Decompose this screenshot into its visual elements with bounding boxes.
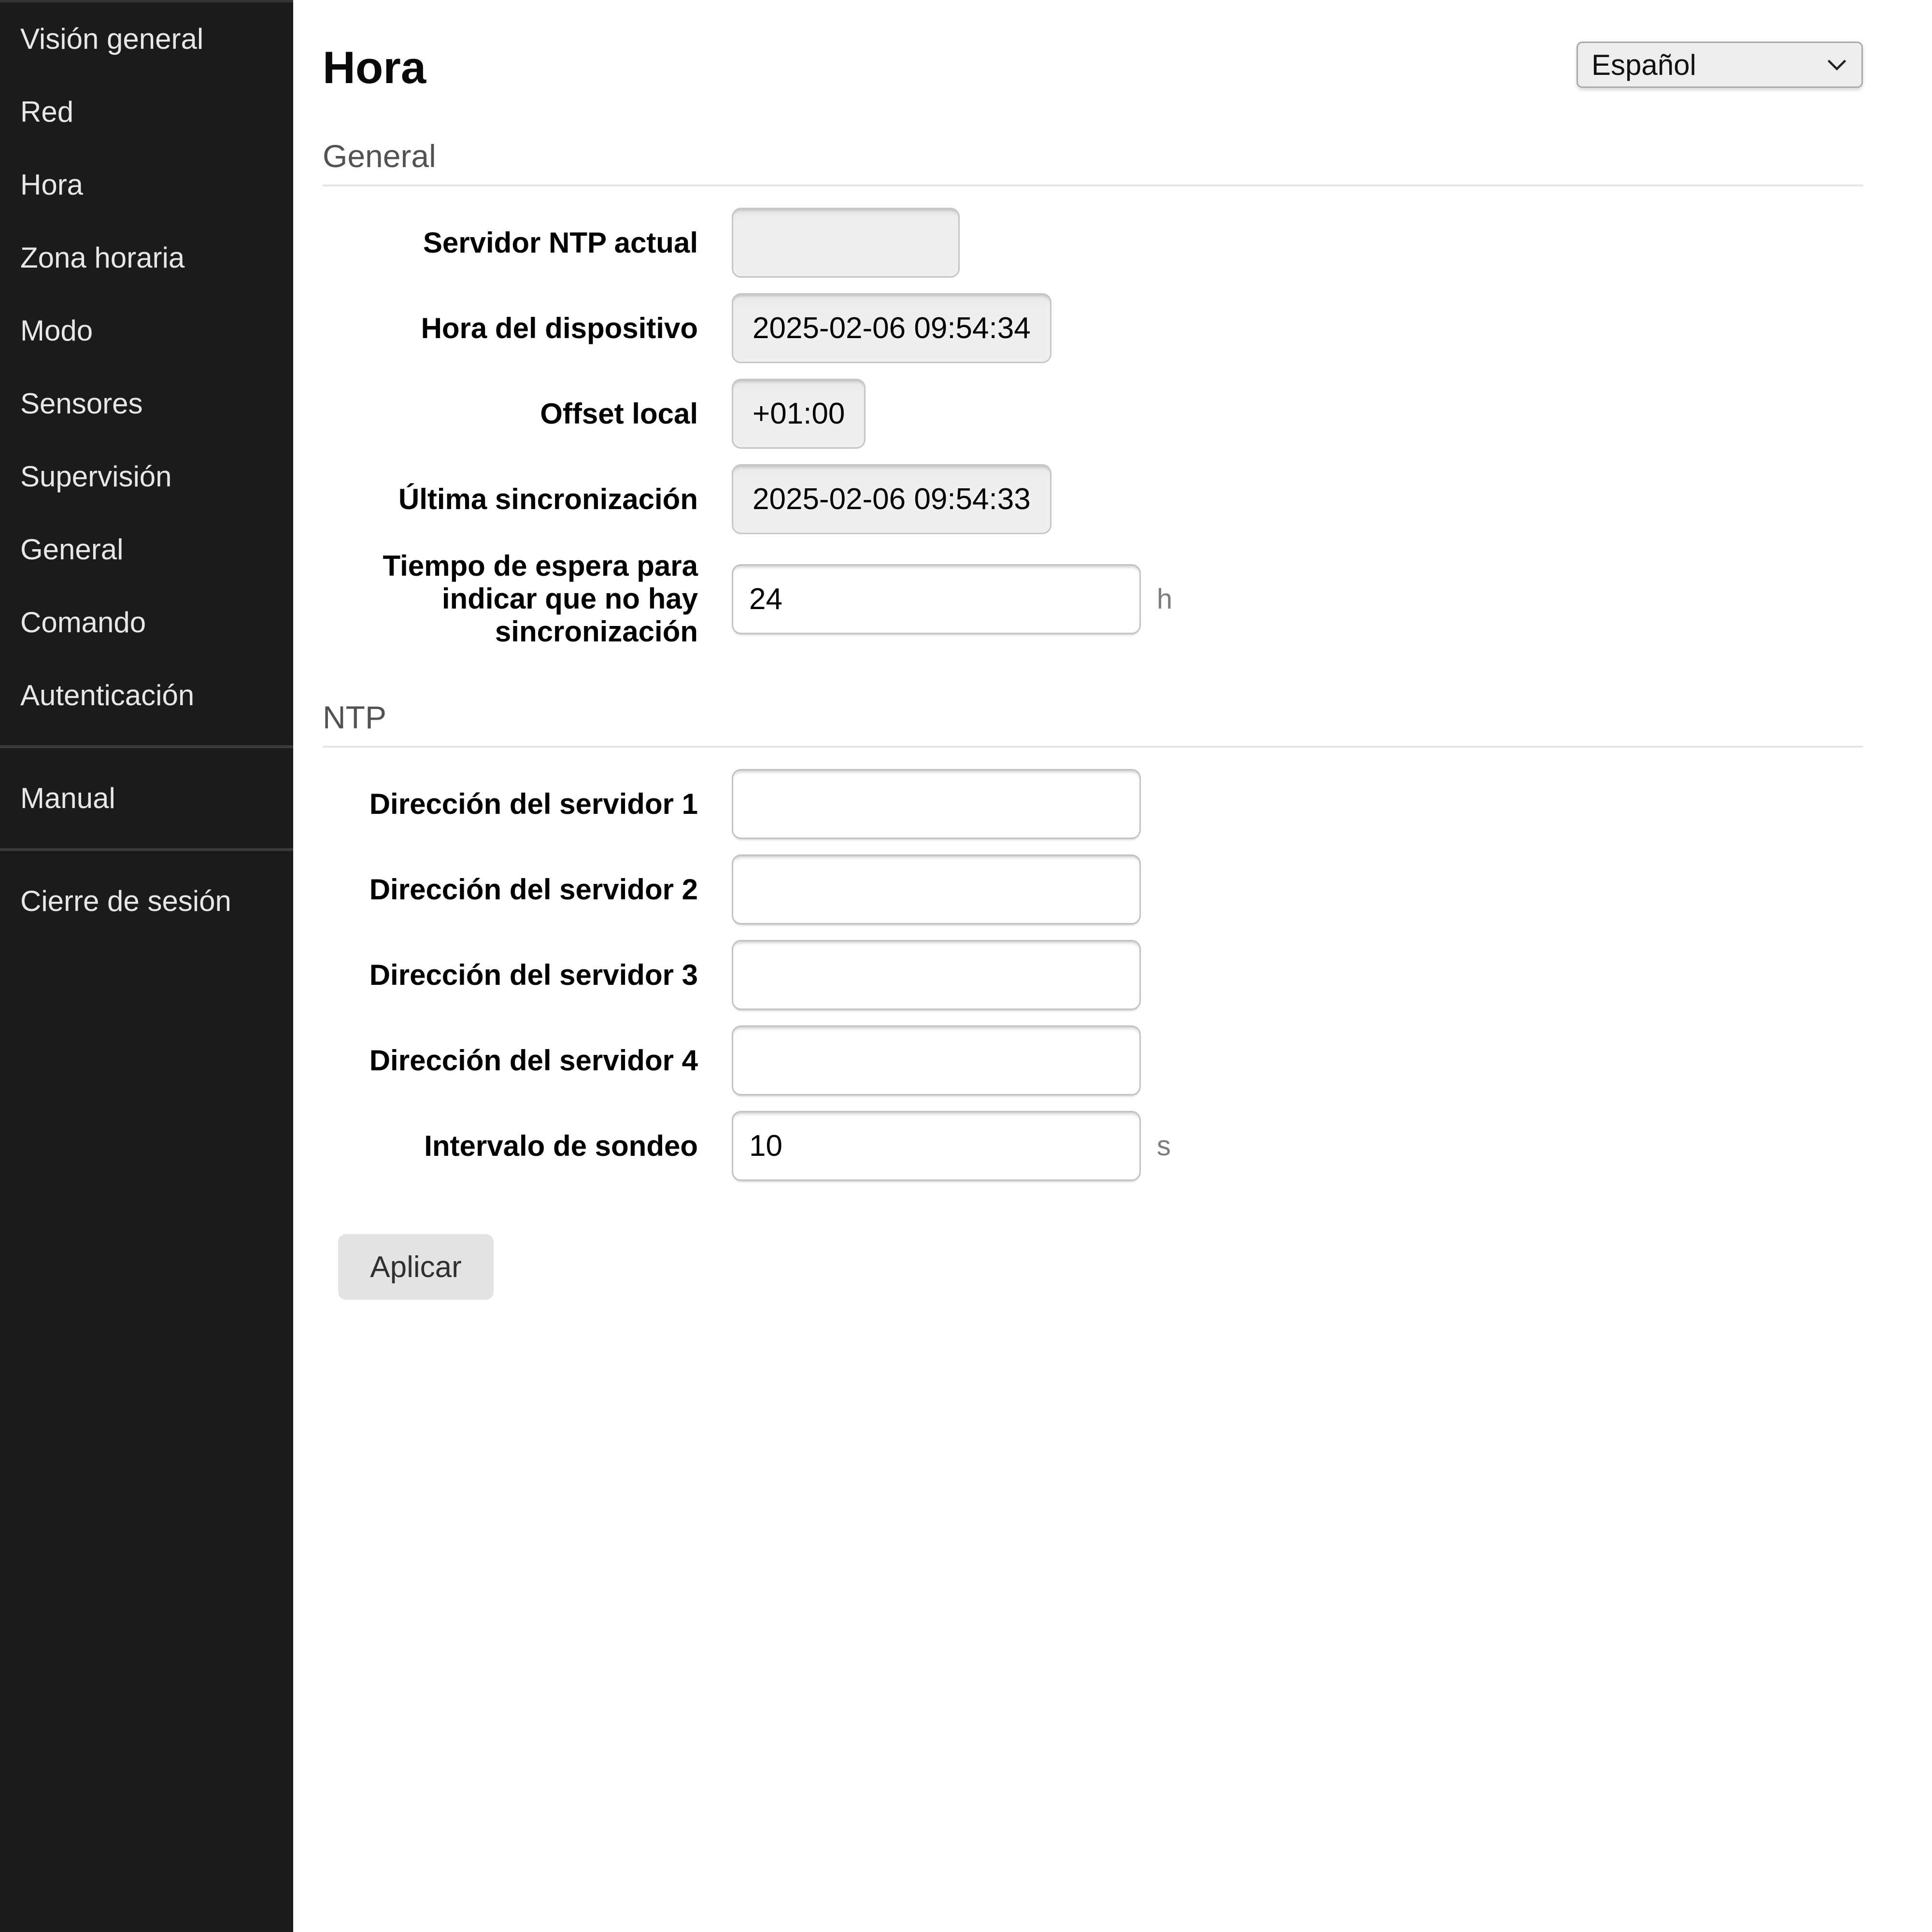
form-row-tiempo-de-espera-para-indicar-que-no-hay-sincronizacion: Tiempo de espera para indicar que no hay… bbox=[323, 550, 1863, 648]
section-title: General bbox=[323, 140, 1863, 172]
unit-suffix: h bbox=[1157, 583, 1172, 615]
sidebar-item-hora[interactable]: Hora bbox=[0, 148, 293, 221]
sidebar-item-manual[interactable]: Manual bbox=[0, 762, 293, 835]
readonly-field-servidor-ntp-actual bbox=[732, 208, 960, 278]
field bbox=[732, 208, 960, 278]
sidebar-item-comando[interactable]: Comando bbox=[0, 586, 293, 659]
field-label: Dirección del servidor 3 bbox=[323, 959, 698, 992]
form-row-offset-local: Offset local +01:00 bbox=[323, 379, 1863, 449]
page: Visión generalRedHoraZona horariaModoSen… bbox=[0, 0, 1932, 1932]
field: h bbox=[732, 564, 1172, 634]
field-label: Dirección del servidor 1 bbox=[323, 788, 698, 821]
readonly-field-offset-local: +01:00 bbox=[732, 379, 866, 449]
sidebar-item-red[interactable]: Red bbox=[0, 75, 293, 148]
field-label: Intervalo de sondeo bbox=[323, 1130, 698, 1163]
section-rule bbox=[323, 746, 1863, 748]
sidebar-divider bbox=[0, 745, 293, 748]
sidebar-divider bbox=[0, 848, 293, 851]
sidebar-item-sensores[interactable]: Sensores bbox=[0, 367, 293, 440]
text-input-direccion-del-servidor-2[interactable] bbox=[732, 854, 1141, 924]
form-row-servidor-ntp-actual: Servidor NTP actual bbox=[323, 208, 1863, 278]
sidebar-nav-footer: Cierre de sesión bbox=[0, 865, 293, 938]
section-rule bbox=[323, 185, 1863, 186]
field-label: Dirección del servidor 2 bbox=[323, 873, 698, 906]
sidebar-item-zona-horaria[interactable]: Zona horaria bbox=[0, 221, 293, 294]
form-row-hora-del-dispositivo: Hora del dispositivo 2025-02-06 09:54:34 bbox=[323, 293, 1863, 363]
apply-button[interactable]: Aplicar bbox=[338, 1234, 494, 1300]
form-row-ultima-sincronizacion: Última sincronización 2025-02-06 09:54:33 bbox=[323, 464, 1863, 534]
language-select[interactable]: Español bbox=[1577, 42, 1863, 88]
form-row-direccion-del-servidor-1: Dirección del servidor 1 bbox=[323, 769, 1863, 839]
page-title: Hora bbox=[323, 42, 426, 94]
unit-suffix: s bbox=[1157, 1130, 1171, 1162]
sidebar-nav-secondary: Manual bbox=[0, 762, 293, 835]
field bbox=[732, 854, 1141, 924]
text-input-direccion-del-servidor-1[interactable] bbox=[732, 769, 1141, 839]
section-title: NTP bbox=[323, 701, 1863, 733]
readonly-field-ultima-sincronizacion: 2025-02-06 09:54:33 bbox=[732, 464, 1051, 534]
sidebar-item-vision-general[interactable]: Visión general bbox=[0, 2, 293, 75]
form-row-direccion-del-servidor-2: Dirección del servidor 2 bbox=[323, 854, 1863, 924]
field: 2025-02-06 09:54:33 bbox=[732, 464, 1051, 534]
field bbox=[732, 940, 1141, 1010]
section-general: General Servidor NTP actual Hora del dispo… bbox=[323, 140, 1863, 648]
readonly-field-hora-del-dispositivo: 2025-02-06 09:54:34 bbox=[732, 293, 1051, 363]
sidebar-item-cierre-de-sesion[interactable]: Cierre de sesión bbox=[0, 865, 293, 938]
form-sections: General Servidor NTP actual Hora del dispo… bbox=[323, 140, 1863, 1181]
text-input-direccion-del-servidor-3[interactable] bbox=[732, 940, 1141, 1010]
section-ntp: NTP Dirección del servidor 1 Dirección del… bbox=[323, 701, 1863, 1181]
text-input-tiempo-de-espera-para-indicar-que-no-hay-sincronizacion[interactable] bbox=[732, 564, 1141, 634]
field: 2025-02-06 09:54:34 bbox=[732, 293, 1051, 363]
topbar: Hora Español bbox=[323, 0, 1863, 94]
sidebar-item-supervision[interactable]: Supervisión bbox=[0, 440, 293, 513]
field: +01:00 bbox=[732, 379, 866, 449]
field bbox=[732, 769, 1141, 839]
field-label: Servidor NTP actual bbox=[323, 227, 698, 259]
form-row-direccion-del-servidor-4: Dirección del servidor 4 bbox=[323, 1025, 1863, 1095]
language-select-value: Español bbox=[1591, 48, 1696, 82]
chevron-down-icon bbox=[1827, 58, 1847, 71]
sidebar-item-general[interactable]: General bbox=[0, 513, 293, 586]
form-row-direccion-del-servidor-3: Dirección del servidor 3 bbox=[323, 940, 1863, 1010]
field-label: Última sincronización bbox=[323, 483, 698, 516]
text-input-intervalo-de-sondeo[interactable] bbox=[732, 1111, 1141, 1181]
field-label: Tiempo de espera para indicar que no hay… bbox=[323, 550, 698, 648]
sidebar-item-modo[interactable]: Modo bbox=[0, 294, 293, 367]
field-label: Dirección del servidor 4 bbox=[323, 1044, 698, 1077]
text-input-direccion-del-servidor-4[interactable] bbox=[732, 1025, 1141, 1095]
field-label: Offset local bbox=[323, 398, 698, 430]
main-content: Hora Español General Servidor NTP actual H… bbox=[293, 0, 1932, 1932]
sidebar-item-autenticacion[interactable]: Autenticación bbox=[0, 659, 293, 732]
field bbox=[732, 1025, 1141, 1095]
sidebar: Visión generalRedHoraZona horariaModoSen… bbox=[0, 0, 293, 1932]
field: s bbox=[732, 1111, 1171, 1181]
form-row-intervalo-de-sondeo: Intervalo de sondeo s bbox=[323, 1111, 1863, 1181]
field-label: Hora del dispositivo bbox=[323, 312, 698, 345]
sidebar-nav-main: Visión generalRedHoraZona horariaModoSen… bbox=[0, 2, 293, 732]
